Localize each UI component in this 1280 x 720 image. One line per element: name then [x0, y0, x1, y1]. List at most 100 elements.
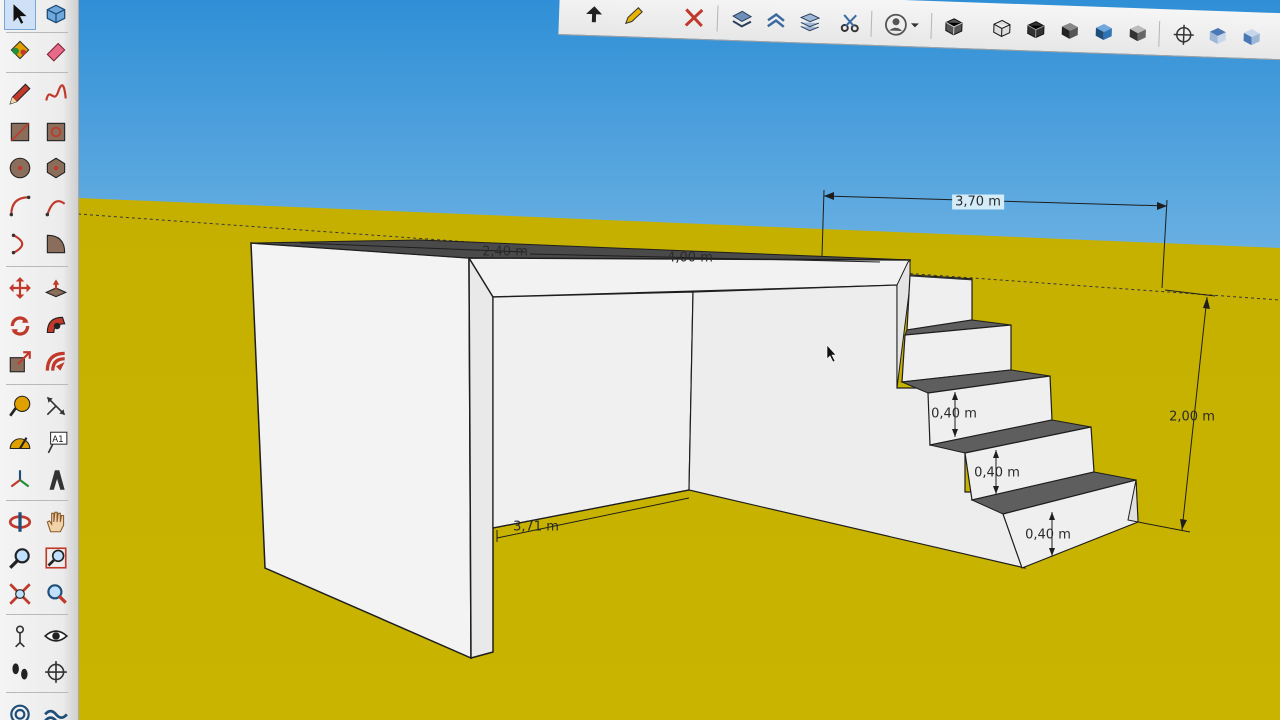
dim-label-total-height[interactable]: 2,00 m [1169, 410, 1215, 425]
move-tool-button[interactable] [4, 272, 36, 304]
cube-component-icon [46, 4, 66, 24]
two-point-arc-icon [45, 200, 66, 217]
arc-icon [9, 195, 31, 217]
push-pull-tool-button[interactable] [40, 272, 72, 304]
account-dropdown-button[interactable] [906, 10, 923, 41]
tape-measure-icon [9, 395, 31, 417]
circle-icon [9, 157, 31, 179]
dimension-icon [46, 396, 66, 416]
pie-tool-button[interactable] [40, 228, 72, 260]
circle-tool-button[interactable] [4, 152, 36, 184]
three-point-arc-icon [11, 233, 24, 255]
layers-button[interactable] [794, 6, 825, 37]
polygon-tool-button[interactable] [40, 152, 72, 184]
front-view-button[interactable] [1236, 22, 1267, 53]
chevrons-icon [767, 13, 785, 28]
polygon-icon [46, 157, 66, 179]
draw-pencil-button[interactable] [619, 0, 650, 31]
dim-label-opening-width[interactable]: 3,71 m [513, 520, 559, 535]
freehand-icon [45, 84, 67, 101]
front-view-icon [1243, 29, 1260, 46]
text-tool-button[interactable]: A1 [40, 426, 72, 458]
make-component-button[interactable] [40, 0, 72, 30]
look-around-eye-icon [43, 630, 69, 642]
chevrons-button[interactable] [760, 5, 791, 36]
3d-text-icon [49, 470, 65, 490]
zoom-extents-tool-button[interactable] [4, 578, 36, 610]
look-around-tool-button[interactable] [40, 620, 72, 652]
orbit-tool-button[interactable] [4, 506, 36, 538]
left-pillar-front [468, 257, 494, 659]
stack-button[interactable] [727, 4, 758, 35]
zoom-window-tool-button[interactable] [40, 542, 72, 574]
select-tool-button[interactable] [4, 0, 36, 30]
xray-style-button[interactable] [938, 11, 969, 42]
hidden-line-cube-icon [1027, 21, 1045, 39]
three-point-arc-tool-button[interactable] [4, 228, 36, 260]
follow-me-tool-button[interactable] [40, 310, 72, 342]
scale-icon [9, 351, 31, 373]
previous-view-tool-button[interactable] [40, 578, 72, 610]
modeling-viewport[interactable]: 2,40 m 4,00 m 3,70 m 2,00 m 3,71 m 0,40 … [78, 0, 1280, 720]
select-arrow-button[interactable] [579, 0, 610, 30]
dim-label-step-rise-1[interactable]: 0,40 m [1025, 528, 1071, 543]
scissors-button[interactable] [834, 8, 865, 39]
pan-hand-icon [46, 511, 65, 533]
eraser-icon [46, 42, 66, 62]
top-view-button[interactable] [1202, 20, 1233, 51]
protractor-tool-button[interactable] [4, 426, 36, 458]
zoom-extents-icon [9, 583, 31, 605]
eraser-button[interactable] [40, 34, 72, 66]
scissors-icon [840, 14, 859, 33]
dim-label-step-rise-2[interactable]: 0,40 m [974, 466, 1020, 481]
layers-icon [799, 13, 821, 32]
hidden-line-style-button[interactable] [1020, 14, 1051, 45]
axes-icon [10, 470, 30, 488]
paint-bucket-button[interactable] [4, 34, 36, 66]
iso-view-icon [1173, 24, 1194, 45]
left-tool-palette: A1 [0, 0, 79, 720]
pan-tool-button[interactable] [40, 506, 72, 538]
zoom-tool-button[interactable] [4, 542, 36, 574]
walk-tool-button[interactable] [4, 656, 36, 688]
interior-left-wall [492, 291, 694, 529]
svg-text:A1: A1 [52, 435, 63, 445]
wireframe-style-button[interactable] [986, 13, 1017, 44]
arrow-cursor-icon [13, 4, 27, 24]
style-x-icon [684, 8, 704, 27]
scene-canvas[interactable] [78, 0, 1280, 720]
arc-tool-button[interactable] [4, 190, 36, 222]
rotated-rectangle-tool-button[interactable] [40, 116, 72, 148]
dim-label-stair-run[interactable]: 3,70 m [952, 194, 1004, 210]
offset-icon [45, 351, 65, 371]
position-camera-tool-button[interactable] [4, 620, 36, 652]
monochrome-style-button[interactable] [1122, 18, 1153, 49]
scale-tool-button[interactable] [4, 346, 36, 378]
two-point-arc-tool-button[interactable] [40, 190, 72, 222]
wireframe-cube-icon [993, 19, 1011, 37]
dim-label-top-depth[interactable]: 2,40 m [482, 245, 528, 260]
zoom-icon [9, 548, 30, 569]
previous-view-icon [47, 584, 67, 604]
iso-view-button[interactable] [1168, 19, 1199, 50]
sandbox-tool-button[interactable] [4, 694, 36, 720]
sandbox-wave-tool-button[interactable] [40, 694, 72, 720]
paint-bucket-icon [10, 40, 30, 60]
axes-tool-button[interactable] [4, 464, 36, 496]
dim-label-step-rise-3[interactable]: 0,40 m [931, 407, 977, 422]
freehand-tool-button[interactable] [40, 78, 72, 110]
rectangle-tool-button[interactable] [4, 116, 36, 148]
section-plane-tool-button[interactable] [40, 656, 72, 688]
tape-measure-tool-button[interactable] [4, 390, 36, 422]
dim-label-top-length[interactable]: 4,00 m [667, 251, 713, 266]
style-x-button[interactable] [679, 2, 710, 33]
xray-cube-icon [945, 18, 963, 36]
3d-text-tool-button[interactable] [40, 464, 72, 496]
line-tool-button[interactable] [4, 78, 36, 110]
dimension-tool-button[interactable] [40, 390, 72, 422]
offset-tool-button[interactable] [40, 346, 72, 378]
shaded-style-button[interactable] [1054, 15, 1085, 46]
pencil-icon [9, 83, 31, 105]
textured-style-button[interactable] [1088, 16, 1119, 47]
rotate-tool-button[interactable] [4, 310, 36, 342]
